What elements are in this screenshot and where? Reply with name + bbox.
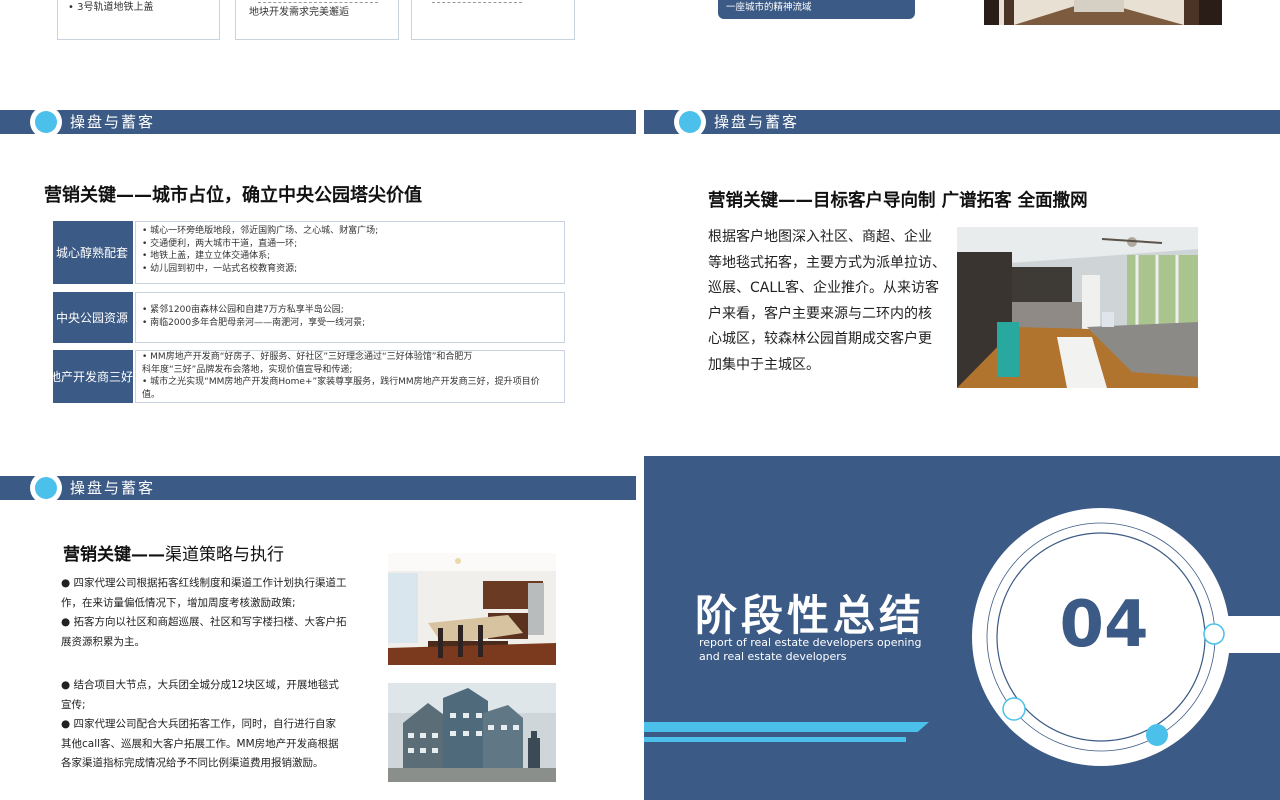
bullet-block-2: ● 结合项目大节点，大兵团全城分成12块区域，开展地毯式 宣传; ● 四家代理公… <box>61 676 361 774</box>
table-row: MM房地产开发商三好 • MM房地产开发商“好房子、好服务、好社区”三好理念通过… <box>53 350 565 403</box>
interior-photo-top <box>984 0 1222 25</box>
row-line: 值。 <box>142 389 161 400</box>
body-line: 加集中于主城区。 <box>708 356 820 373</box>
callout-text: 一座城市的精神流域 <box>726 2 812 13</box>
building-photo <box>388 683 556 782</box>
section-dot-icon <box>30 472 62 504</box>
slide-1-right-fragment: 一座城市的精神流域 <box>644 0 1280 100</box>
slide-target-customer: 操盘与蓄客 营销关键——目标客户导向制 广谱拓客 全面撒网 根据客户地图深入社区… <box>644 105 1280 440</box>
section-number: 04 <box>1059 588 1149 662</box>
section-dot-icon <box>30 106 62 138</box>
kitchen-dining-photo <box>957 227 1198 388</box>
subtitle-line: report of real estate developers opening <box>699 636 922 649</box>
row-line: • MM房地产开发商“好房子、好服务、好社区”三好理念通过“三好体验馆”和合肥万 <box>142 352 473 362</box>
feature-box-2-text: 地块开发需求完美邂逅 <box>249 7 349 18</box>
section-title: 操盘与蓄客 <box>70 113 156 131</box>
slide-1-fragment: • 3号轨道地铁上盖 地块开发需求完美邂逅 <box>0 0 636 100</box>
bullet-line: 宣传; <box>61 698 86 711</box>
body-line: 等地毯式拓客，主要方式为派单拉访、 <box>708 254 946 271</box>
row-line: • 南临2000多年合肥母亲河——南淝河，享受一线河景; <box>142 317 366 328</box>
row-label: MM房地产开发商三好 <box>53 350 133 403</box>
row-line: • 交通便利，两大城市干道，直通一环; <box>142 238 298 249</box>
feature-box-1-text: • 3号轨道地铁上盖 <box>68 2 154 13</box>
bullet-line: ● 结合项目大节点，大兵团全城分成12块区域，开展地毯式 <box>61 679 339 691</box>
section-title: 操盘与蓄客 <box>70 479 156 497</box>
body-line: 巡展、CALL客、企业推介。从来访客 <box>708 280 939 296</box>
body-line: 根据客户地图深入社区、商超、企业 <box>708 229 932 245</box>
row-content: • 紧邻1200亩森林公园和自建7万方私享半岛公园; • 南临2000多年合肥母… <box>135 292 565 343</box>
slide-city-position: 操盘与蓄客 营销关键——城市占位，确立中央公园塔尖价值 城心醇熟配套 • 城心一… <box>0 105 636 440</box>
row-label: 城心醇熟配套 <box>53 221 133 284</box>
table-row: 城心醇熟配套 • 城心一环旁绝版地段，邻近国购广场、之心城、财富广场; • 交通… <box>53 221 565 284</box>
row-content: • MM房地产开发商“好房子、好服务、好社区”三好理念通过“三好体验馆”和合肥万… <box>135 350 565 403</box>
section-dot-icon <box>674 106 706 138</box>
kitchen-photo <box>388 553 556 665</box>
row-line: • 城心一环旁绝版地段，邻近国购广场、之心城、财富广场; <box>142 226 379 236</box>
slide-title: 营销关键——目标客户导向制 广谱拓客 全面撒网 <box>708 191 1088 211</box>
bullet-line: ● 拓客方向以社区和商超巡展、社区和写字楼扫楼、大客户拓 <box>61 616 347 628</box>
accent-stripe-2 <box>644 737 906 742</box>
bullet-line: 其他call客、巡展和大客户拓展工作。MM房地产开发商根据 <box>61 737 339 750</box>
slide-title-bold: 营销关键—— <box>63 545 165 565</box>
slide-title: 营销关键——渠道策略与执行 <box>63 540 284 565</box>
section-title: 操盘与蓄客 <box>714 113 800 131</box>
row-label: 中央公园资源 <box>53 292 133 343</box>
slide-title: 营销关键——城市占位，确立中央公园塔尖价值 <box>44 185 422 206</box>
feature-box-2: 地块开发需求完美邂逅 <box>235 0 399 40</box>
bullet-line: ● 四家代理公司配合大兵团拓客工作，同时，自行进行自家 <box>61 718 336 730</box>
bullet-line: ● 四家代理公司根据拓客红线制度和渠道工作计划执行渠道工 <box>61 577 347 589</box>
bullet-block-1: ● 四家代理公司根据拓客红线制度和渠道工作计划执行渠道工 作，在来访量偏低情况下… <box>61 574 361 652</box>
right-tab <box>1224 616 1280 653</box>
body-line: 户来看，客户主要来源与二环内的核 <box>708 305 932 322</box>
table-row: 中央公园资源 • 紧邻1200亩森林公园和自建7万方私享半岛公园; • 南临20… <box>53 292 565 343</box>
body-line: 心城区，较森林公园首期成交客户更 <box>708 331 932 347</box>
feature-box-1: • 3号轨道地铁上盖 <box>57 0 220 40</box>
slide-title-rest: 渠道策略与执行 <box>165 545 284 565</box>
row-line: • 幼儿园到初中，一站式名校教育资源; <box>142 263 298 274</box>
accent-stripe-1 <box>644 722 929 732</box>
bullet-line: 展资源积累为主。 <box>61 635 145 648</box>
slide5-subtitle: report of real estate developers opening… <box>699 636 921 664</box>
feature-box-3 <box>411 0 575 40</box>
slide5-title: 阶段性总结 <box>695 591 926 640</box>
row-line: 科年度“三好”品牌发布会落地，实现价值宣导和传递; <box>142 364 353 375</box>
subtitle-line: and real estate developers <box>699 650 847 663</box>
row-line: • 地铁上盖，建立立体交通体系; <box>142 251 271 261</box>
slide-channel-strategy: 操盘与蓄客 营销关键——渠道策略与执行 ● 四家代理公司根据拓客红线制度和渠道工… <box>0 470 636 800</box>
row-line: • 城市之光实现“MM房地产开发商Home+”家装尊享服务，践行MM房地产开发商… <box>142 377 540 387</box>
bullet-line: 各家渠道指标完成情况给予不同比例渠道费用报销激励。 <box>61 757 324 769</box>
body-text: 根据客户地图深入社区、商超、企业 等地毯式拓客，主要方式为派单拉访、 巡展、CA… <box>708 225 958 378</box>
bullet-line: 作，在来访量偏低情况下，增加周度考核激励政策; <box>61 596 296 609</box>
row-line: • 紧邻1200亩森林公园和自建7万方私享半岛公园; <box>142 305 344 315</box>
row-content: • 城心一环旁绝版地段，邻近国购广场、之心城、财富广场; • 交通便利，两大城市… <box>135 221 565 284</box>
slide-section-cover: 阶段性总结 report of real estate developers o… <box>644 456 1280 800</box>
callout-box: 一座城市的精神流域 <box>718 0 915 19</box>
